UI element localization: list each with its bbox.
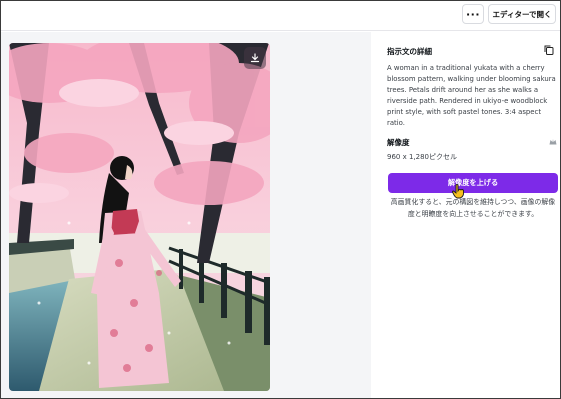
prompt-text: A woman in a traditional yukata with a c… [387, 64, 556, 127]
resolution-value: 960 x 1,280ピクセル [387, 153, 457, 161]
more-icon: ··· [465, 7, 481, 21]
generated-image[interactable] [9, 43, 270, 391]
download-button[interactable] [244, 47, 266, 69]
crown-icon [549, 139, 557, 145]
upscale-button[interactable]: 解像度を上げる [388, 173, 558, 193]
prompt-section-title: 指示文の詳細 [387, 47, 432, 56]
open-in-editor-button[interactable]: エディターで開く [488, 4, 556, 24]
resolution-title: 解像度 [387, 138, 410, 147]
more-options-button[interactable]: ··· [462, 4, 484, 24]
copy-icon[interactable] [543, 44, 555, 56]
download-icon [250, 53, 260, 63]
upscale-helper-text: 高画質化すると、元の構図を維持しつつ、画像の解像度と明瞭度を向上させることができ… [390, 198, 556, 218]
